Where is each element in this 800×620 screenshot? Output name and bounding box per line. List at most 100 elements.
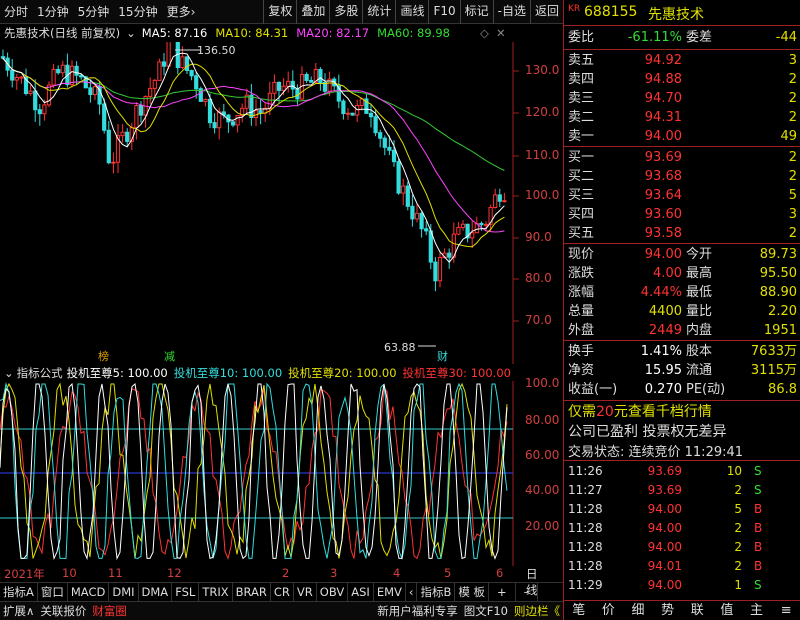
tab-more[interactable]: 更多› [167, 3, 196, 20]
tab-brar[interactable]: BRAR [233, 583, 271, 601]
ask-row[interactable]: 卖四 94.88 2 [564, 70, 800, 90]
bid-row[interactable]: 买四 93.60 3 [564, 205, 800, 225]
chevron-down-icon[interactable]: ⌄ [4, 366, 14, 380]
ma60-label: MA60: 89.98 [377, 26, 450, 40]
tab-value[interactable]: 值 [712, 601, 742, 620]
ask-row[interactable]: 卖二 94.31 2 [564, 108, 800, 128]
tab-main[interactable]: 主 [742, 601, 772, 620]
new-user-promo[interactable]: 新用户福利专享 [374, 602, 461, 620]
stat-row: 涨幅 4.44% 最低 88.90 [568, 285, 797, 300]
tab-emv[interactable]: EMV [374, 583, 406, 601]
indicator-tick: 100.0 [525, 376, 560, 390]
tab-1min[interactable]: 1分钟 [37, 3, 69, 20]
indicator-chart[interactable] [0, 381, 563, 566]
quote-panel: KR 688155 先惠技术 委比 -61.11% 委差 -44 卖五 94.92… [563, 0, 800, 620]
price-tick: 80.0 [525, 271, 552, 285]
tab-15min[interactable]: 15分钟 [118, 3, 157, 20]
tag-bang[interactable]: 榜 [98, 349, 109, 363]
overlay-button[interactable]: 叠加 [296, 0, 329, 24]
indicator-s20: 投机至尊20: 100.00 [288, 365, 397, 380]
indicator-tick: 60.00 [525, 448, 560, 462]
tab-template[interactable]: 模 板 [455, 583, 490, 601]
fuquan-button[interactable]: 复权 [263, 0, 296, 24]
diamond-icon[interactable]: ◇ [480, 26, 489, 40]
stock-code: 688155 [584, 4, 638, 20]
stat-row: 净资 15.95 流通 3115万 [568, 363, 797, 378]
expand-button[interactable]: 扩展∧ [0, 602, 37, 620]
toolbar-actions: 复权 叠加 多股 统计 画线 F10 标记 -自选 返回 [263, 0, 563, 24]
tab-remove[interactable]: – [516, 583, 539, 601]
tag-jian[interactable]: 减 [164, 350, 175, 363]
tab-obv[interactable]: OBV [317, 583, 349, 601]
mark-button[interactable]: 标记 [459, 0, 493, 24]
multi-stock-button[interactable]: 多股 [329, 0, 362, 24]
tab-vr[interactable]: VR [294, 583, 317, 601]
draw-line-button[interactable]: 画线 [395, 0, 428, 24]
indicator-s30: 投机至尊30: 100.00 [402, 365, 511, 380]
tab-fsl[interactable]: FSL [172, 583, 200, 601]
indicator-tick: 40.00 [525, 483, 560, 497]
price-tick: 120.0 [525, 105, 560, 119]
remove-watchlist-button[interactable]: -自选 [492, 0, 530, 24]
tab-window[interactable]: 窗口 [38, 583, 68, 601]
tab-price[interactable]: 价 [594, 601, 624, 620]
price-tick: 110.0 [525, 148, 560, 162]
related-quote-button[interactable]: 关联报价 [37, 602, 89, 620]
back-button[interactable]: 返回 [529, 0, 563, 24]
kline-chart[interactable]: 136.50 63.88 榜 减 财 [0, 42, 563, 364]
stock-title: 先惠技术 [648, 7, 704, 23]
promo-text[interactable]: 仅需20元查看千档行情 [568, 401, 712, 421]
tick-row: 11:29 94.00 1 S [568, 578, 762, 592]
tab-dmi[interactable]: DMI [109, 583, 139, 601]
ask-row[interactable]: 卖三 94.70 2 [564, 89, 800, 109]
tab-detail[interactable]: 细 [623, 601, 653, 620]
tab-macd[interactable]: MACD [68, 583, 110, 601]
indicator-formula-label[interactable]: 指标公式 [17, 365, 63, 381]
tab-asi[interactable]: ASI [348, 583, 374, 601]
tag-cai[interactable]: 财 [437, 349, 448, 363]
tab-trix[interactable]: TRIX [199, 583, 233, 601]
ma10-label: MA10: 84.31 [215, 26, 289, 40]
stat-row: 收益(一) 0.270 PE(动) 86.8 [568, 382, 797, 397]
ma20-label: MA20: 82.17 [296, 26, 370, 40]
wealth-circle-button[interactable]: 财富圈 [89, 602, 130, 620]
bid-row[interactable]: 买二 93.68 2 [564, 167, 800, 187]
tab-link[interactable]: 联 [683, 601, 713, 620]
time-label: 2021年 [4, 567, 45, 581]
indicator-tick: 80.00 [525, 413, 560, 427]
ask-row[interactable]: 卖一 94.00 49 [564, 127, 800, 147]
trade-state: 交易状态: 连续竞价 11:29:41 [568, 445, 744, 460]
tick-row: 11:28 94.00 2 B [568, 521, 763, 535]
tab-fenshi[interactable]: 分时 [4, 3, 28, 20]
bid-row[interactable]: 买三 93.64 5 [564, 186, 800, 206]
price-tick: 70.0 [525, 313, 552, 327]
f10-graphic-button[interactable]: 图文F10 [461, 602, 511, 620]
close-icon[interactable]: ✕ [496, 26, 506, 40]
bid-row[interactable]: 买五 93.58 2 [564, 224, 800, 244]
tick-row: 11:27 93.69 2 S [568, 483, 762, 497]
sidebar-toggle[interactable]: 则边栏《 [511, 602, 563, 620]
bid-row[interactable]: 买一 93.69 2 [564, 148, 800, 168]
tab-trades[interactable]: 笔 [564, 601, 594, 620]
time-label: 6 [496, 566, 504, 580]
status-bar: 扩展∧ 关联报价 财富圈 新用户福利专享 图文F10 则边栏《 [0, 601, 563, 620]
f10-button[interactable]: F10 [428, 0, 459, 24]
tab-trend[interactable]: 势 [653, 601, 683, 620]
tab-cr[interactable]: CR [271, 583, 294, 601]
high-annotation: 136.50 [197, 44, 236, 57]
tab-indicator-a[interactable]: 指标A [0, 583, 38, 601]
chevron-down-icon[interactable]: ⌄ [126, 26, 136, 40]
tab-add[interactable]: + [489, 583, 516, 601]
time-axis: 2021年 10 11 12 2 3 4 5 6 日线 [0, 566, 538, 597]
company-notice: 公司已盈利 投票权无差异 [568, 424, 727, 440]
ask-row[interactable]: 卖五 94.92 3 [564, 51, 800, 71]
tick-row: 11:28 94.00 2 B [568, 540, 763, 554]
tab-5min[interactable]: 5分钟 [78, 3, 110, 20]
stats-button[interactable]: 统计 [362, 0, 395, 24]
weibi-value: -61.11% [627, 30, 682, 45]
tab-dma[interactable]: DMA [139, 583, 173, 601]
tick-row: 11:26 93.69 10 S [568, 464, 762, 478]
menu-icon[interactable]: ≡ [771, 601, 800, 620]
tab-scroll-left[interactable]: ‹ [406, 583, 418, 601]
tab-indicator-b[interactable]: 指标B [417, 583, 456, 601]
